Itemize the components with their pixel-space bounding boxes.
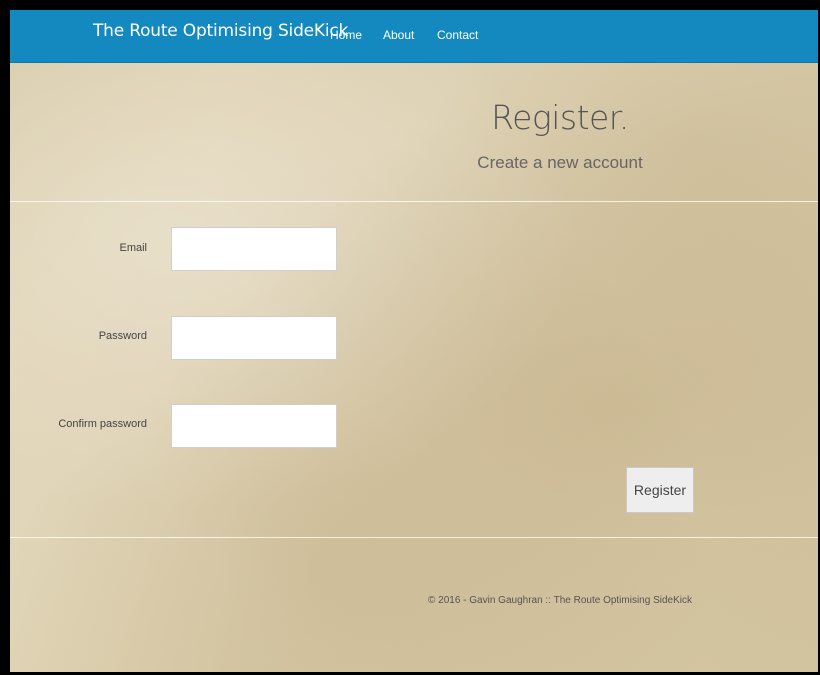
register-button[interactable]: Register <box>626 467 694 513</box>
navbar: The Route Optimising SideKick Home About… <box>10 10 818 63</box>
password-label: Password <box>98 330 147 342</box>
nav-home-link[interactable]: Home <box>330 28 362 42</box>
browser-viewport: The Route Optimising SideKick Home About… <box>10 10 818 672</box>
page-title: Register. <box>491 98 629 137</box>
nav-about-link[interactable]: About <box>383 28 414 42</box>
footer-text: © 2016 - Gavin Gaughran :: The Route Opt… <box>428 595 692 606</box>
brand-link[interactable]: The Route Optimising SideKick <box>93 21 348 41</box>
page-subtitle: Create a new account <box>477 153 643 172</box>
email-label: Email <box>119 242 147 254</box>
divider-bottom <box>10 537 818 538</box>
email-field[interactable] <box>171 227 337 271</box>
nav-contact-link[interactable]: Contact <box>437 28 478 42</box>
confirm-password-label: Confirm password <box>58 418 147 430</box>
divider-top <box>10 201 818 202</box>
password-field[interactable] <box>171 316 337 360</box>
confirm-password-field[interactable] <box>171 404 337 448</box>
